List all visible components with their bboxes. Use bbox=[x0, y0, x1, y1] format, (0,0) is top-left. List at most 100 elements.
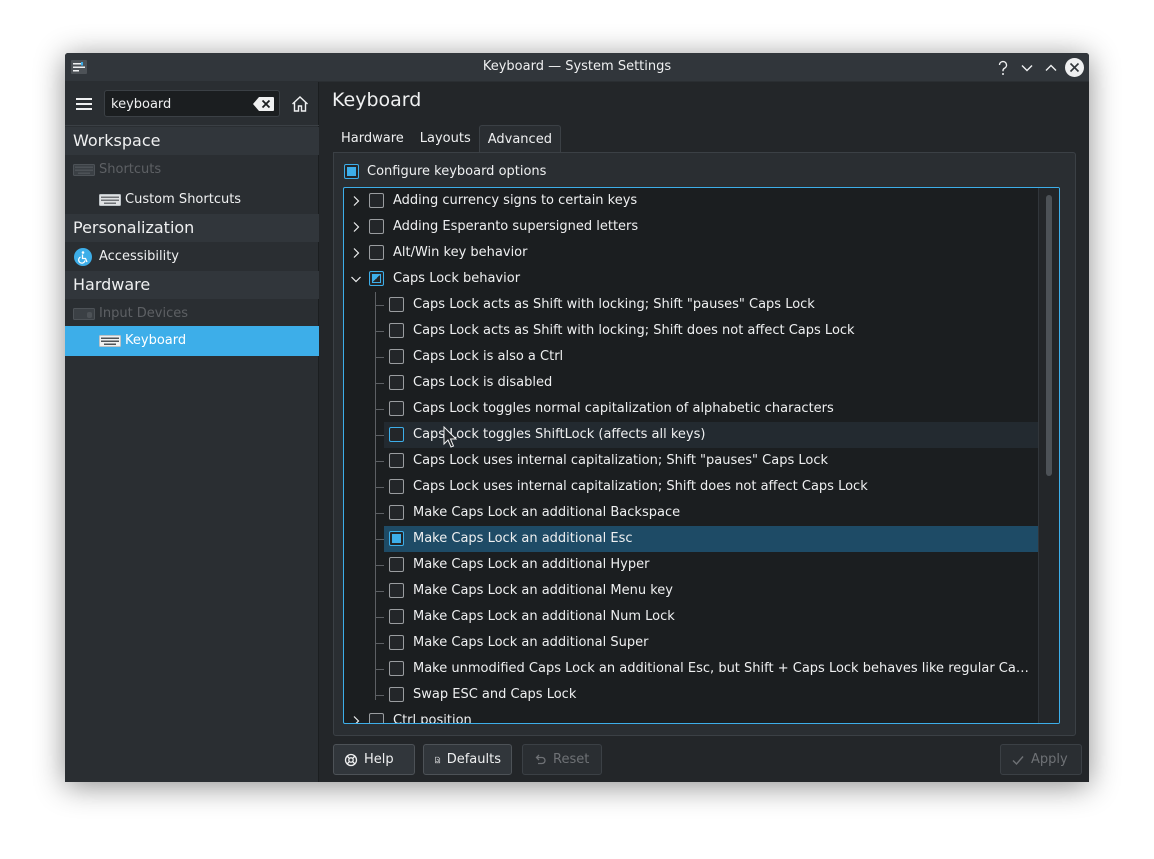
caps-option-checkbox[interactable] bbox=[389, 453, 404, 468]
caps-option-checkbox[interactable] bbox=[389, 687, 404, 702]
caps-option-label: Caps Lock is disabled bbox=[413, 375, 553, 390]
tree-item-currency[interactable]: Adding currency signs to certain keys bbox=[344, 188, 1038, 214]
caps-option-checkbox[interactable] bbox=[389, 635, 404, 650]
sidebar-item-accessibility[interactable]: Accessibility bbox=[65, 242, 319, 272]
sidebar-toolbar bbox=[65, 82, 319, 126]
tree-item-label: Alt/Win key behavior bbox=[393, 245, 528, 260]
tab-layouts[interactable]: Layouts bbox=[412, 125, 479, 153]
caps-option-checkbox[interactable] bbox=[389, 505, 404, 520]
caps-option-row[interactable]: Caps Lock acts as Shift with locking; Sh… bbox=[344, 292, 1038, 318]
caps-option-checkbox[interactable] bbox=[389, 583, 404, 598]
caps-option-row[interactable]: Make Caps Lock an additional Menu key bbox=[344, 578, 1038, 604]
tree-item-checkbox[interactable] bbox=[369, 193, 384, 208]
search-field[interactable] bbox=[104, 90, 280, 117]
page-title: Keyboard bbox=[332, 89, 422, 111]
sidebar-item-shortcuts[interactable]: Shortcuts bbox=[65, 155, 319, 185]
keyboard-icon bbox=[73, 164, 95, 176]
caps-option-checkbox[interactable] bbox=[389, 557, 404, 572]
caps-option-row[interactable]: Caps Lock uses internal capitalization; … bbox=[344, 474, 1038, 500]
caps-option-row-hovered[interactable]: Caps Lock toggles ShiftLock (affects all… bbox=[384, 422, 1038, 448]
tree-connector bbox=[375, 539, 384, 540]
apply-button[interactable]: Apply bbox=[1000, 744, 1082, 775]
caps-option-checkbox[interactable] bbox=[389, 375, 404, 390]
defaults-button[interactable]: Defaults bbox=[423, 744, 512, 775]
tree-item-checkbox[interactable] bbox=[369, 271, 384, 286]
sidebar-item-keyboard[interactable]: Keyboard bbox=[65, 326, 319, 356]
caps-option-checkbox[interactable] bbox=[389, 349, 404, 364]
caps-option-checkbox[interactable] bbox=[389, 427, 404, 442]
caps-option-row-selected[interactable]: Make Caps Lock an additional Esc bbox=[384, 526, 1038, 552]
tree-item-checkbox[interactable] bbox=[369, 219, 384, 234]
caps-option-row[interactable]: Caps Lock is disabled bbox=[344, 370, 1038, 396]
chevron-right-icon[interactable] bbox=[350, 195, 362, 207]
sidebar-item-label: Input Devices bbox=[99, 306, 189, 321]
section-workspace: Workspace bbox=[65, 127, 319, 155]
footer-button-bar: Help Defaults Reset Apply bbox=[320, 736, 1089, 782]
chevron-right-icon[interactable] bbox=[350, 715, 362, 724]
scrollbar-thumb[interactable] bbox=[1046, 195, 1052, 476]
sidebar-item-label: Custom Shortcuts bbox=[125, 192, 242, 207]
configure-options-checkbox[interactable] bbox=[344, 163, 359, 179]
keyboard-icon bbox=[99, 194, 121, 206]
mouse-pointer-icon bbox=[443, 426, 457, 448]
caps-option-row[interactable]: Make unmodified Caps Lock an additional … bbox=[344, 656, 1038, 682]
tree-item-checkbox[interactable] bbox=[369, 245, 384, 260]
configure-options-row[interactable]: Configure keyboard options bbox=[344, 162, 546, 180]
tab-bar: Hardware Layouts Advanced bbox=[333, 125, 561, 153]
tree-item-label: Caps Lock behavior bbox=[393, 271, 521, 286]
keyboard-icon bbox=[99, 335, 121, 347]
apply-button-label: Apply bbox=[1031, 752, 1068, 767]
caps-option-row[interactable]: Caps Lock uses internal capitalization; … bbox=[344, 448, 1038, 474]
tree-item-ctrl[interactable]: Ctrl position bbox=[344, 708, 1038, 724]
vertical-scrollbar[interactable] bbox=[1038, 188, 1059, 723]
caps-option-row[interactable]: Make Caps Lock an additional Backspace bbox=[344, 500, 1038, 526]
search-input[interactable] bbox=[111, 95, 251, 113]
tab-hardware[interactable]: Hardware bbox=[333, 125, 412, 153]
hamburger-menu-icon[interactable] bbox=[75, 95, 93, 113]
reset-button[interactable]: Reset bbox=[522, 744, 602, 775]
caps-option-row[interactable]: Swap ESC and Caps Lock bbox=[344, 682, 1038, 708]
chevron-right-icon[interactable] bbox=[350, 221, 362, 233]
caps-option-label: Caps Lock toggles normal capitalization … bbox=[413, 401, 834, 416]
caps-option-label: Make Caps Lock an additional Num Lock bbox=[413, 609, 675, 624]
clear-search-icon[interactable] bbox=[253, 96, 275, 112]
caps-option-checkbox[interactable] bbox=[389, 401, 404, 416]
caps-option-checkbox[interactable] bbox=[389, 661, 404, 676]
caps-option-row[interactable]: Caps Lock is also a Ctrl bbox=[344, 344, 1038, 370]
help-icon[interactable] bbox=[993, 58, 1012, 77]
chevron-down-icon[interactable] bbox=[350, 273, 362, 285]
caps-option-label: Make Caps Lock an additional Esc bbox=[413, 531, 633, 546]
section-hardware: Hardware bbox=[65, 271, 319, 299]
sidebar-item-input-devices[interactable]: Input Devices bbox=[65, 299, 319, 329]
caps-option-row[interactable]: Make Caps Lock an additional Hyper bbox=[344, 552, 1038, 578]
close-icon[interactable] bbox=[1065, 58, 1084, 77]
title-bar[interactable]: Keyboard — System Settings bbox=[65, 53, 1089, 82]
home-icon[interactable] bbox=[291, 95, 309, 113]
help-button[interactable]: Help bbox=[333, 744, 415, 775]
tree-item-esperanto[interactable]: Adding Esperanto supersigned letters bbox=[344, 214, 1038, 240]
sidebar-item-label: Keyboard bbox=[125, 333, 187, 348]
caps-option-checkbox[interactable] bbox=[389, 323, 404, 338]
chevron-right-icon[interactable] bbox=[350, 247, 362, 259]
caps-option-checkbox[interactable] bbox=[389, 297, 404, 312]
caps-option-row[interactable]: Caps Lock toggles normal capitalization … bbox=[344, 396, 1038, 422]
tree-item-altwin[interactable]: Alt/Win key behavior bbox=[344, 240, 1038, 266]
caps-option-label: Caps Lock acts as Shift with locking; Sh… bbox=[413, 297, 815, 312]
tab-advanced[interactable]: Advanced bbox=[478, 125, 561, 153]
caps-option-label: Make Caps Lock an additional Super bbox=[413, 635, 649, 650]
caps-option-checkbox[interactable] bbox=[389, 531, 404, 546]
sidebar-item-label: Accessibility bbox=[99, 249, 179, 264]
caps-option-checkbox[interactable] bbox=[389, 479, 404, 494]
caps-option-row[interactable]: Make Caps Lock an additional Num Lock bbox=[344, 604, 1038, 630]
caps-option-row[interactable]: Make Caps Lock an additional Super bbox=[344, 630, 1038, 656]
caps-option-row[interactable]: Caps Lock acts as Shift with locking; Sh… bbox=[344, 318, 1038, 344]
sidebar-item-custom-shortcuts[interactable]: Custom Shortcuts bbox=[65, 185, 319, 215]
help-button-label: Help bbox=[364, 752, 394, 767]
keyboard-options-tree[interactable]: Adding currency signs to certain keys Ad… bbox=[343, 187, 1060, 724]
tree-item-checkbox[interactable] bbox=[369, 713, 384, 723]
caps-option-label: Make Caps Lock an additional Backspace bbox=[413, 505, 681, 520]
tree-item-capslock[interactable]: Caps Lock behavior bbox=[344, 266, 1038, 292]
minimize-icon[interactable] bbox=[1017, 58, 1036, 77]
caps-option-checkbox[interactable] bbox=[389, 609, 404, 624]
maximize-icon[interactable] bbox=[1041, 58, 1060, 77]
